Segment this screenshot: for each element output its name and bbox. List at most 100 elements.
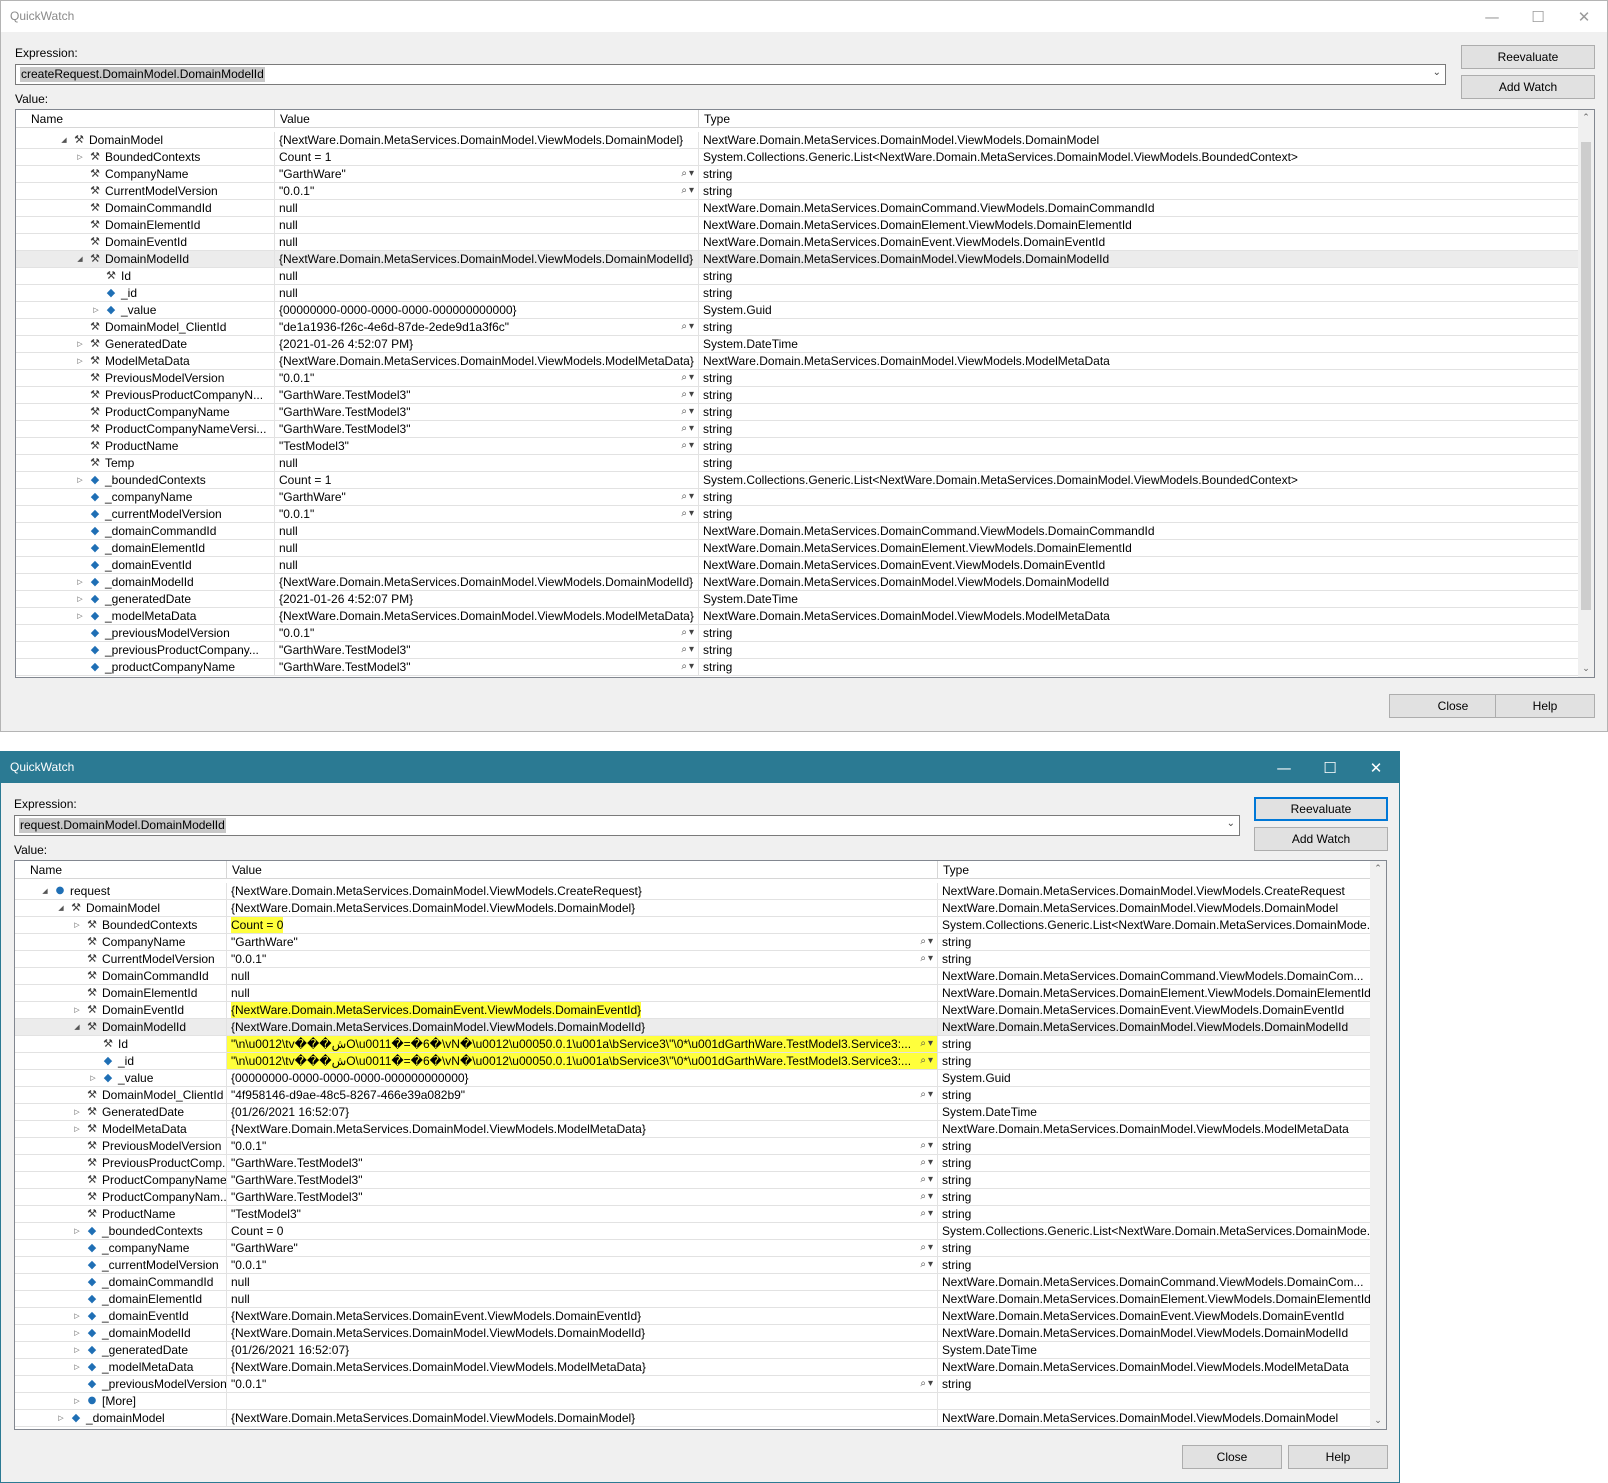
expand-triangle-icon[interactable]: ▷ [72,1359,82,1375]
table-row[interactable]: ▷ ⚒ GeneratedDate {2021-01-26 4:52:07 PM} Sy… [16,336,1580,353]
value-cell[interactable]: Count = 0 [227,1223,938,1239]
table-row[interactable]: ◆ _id null string [16,285,1580,302]
table-row[interactable]: ▷ ● [More] [15,1393,1372,1410]
value-cell[interactable]: null [275,217,699,233]
scroll-up-icon[interactable]: ⌃ [1370,861,1386,877]
vertical-scrollbar[interactable]: ⌃ ⌄ [1578,110,1594,677]
table-row[interactable]: ◆ _domainElementId null NextWare.Domain.Met… [15,1291,1372,1308]
magnifier-icon[interactable]: ⌕▾ [681,642,696,658]
value-cell[interactable]: {NextWare.Domain.MetaServices.DomainMode… [275,132,699,148]
table-row[interactable]: ▷ ◆ _value {00000000-0000-0000-0000-0000000… [16,302,1580,319]
table-row[interactable]: ◆ _id "\n\u0012\tv���شO\u0011�=�6�\vN�\u00… [15,1053,1372,1070]
magnifier-icon[interactable]: ⌕▾ [681,625,696,641]
expand-triangle-icon[interactable]: ▷ [75,353,85,369]
table-row[interactable]: ▷ ◆ _domainEventId {NextWare.Domain.MetaSer… [15,1308,1372,1325]
value-cell[interactable]: {00000000-0000-0000-0000-000000000000} [227,1070,938,1086]
table-row[interactable]: ⚒ ProductCompanyName "GarthWare.TestModel3… [16,404,1580,421]
table-row[interactable]: ⚒ DomainCommandId null NextWare.Domain.Meta… [16,200,1580,217]
magnifier-icon[interactable]: ⌕▾ [681,404,696,420]
value-cell[interactable]: "GarthWare" ⌕▾ [275,166,699,182]
value-cell[interactable]: Count = 1 [275,472,699,488]
value-cell[interactable]: {2021-01-26 4:52:07 PM} [275,591,699,607]
expression-input[interactable]: request.DomainModel.DomainModelId ⌄ [14,815,1240,836]
value-cell[interactable]: {01/26/2021 16:52:07} [227,1342,938,1358]
expand-triangle-icon[interactable]: ▷ [72,1104,82,1120]
magnifier-icon[interactable]: ⌕▾ [681,489,696,505]
expand-triangle-icon[interactable]: ▷ [75,591,85,607]
expand-triangle-icon[interactable]: ▷ [72,1393,82,1409]
magnifier-icon[interactable]: ⌕▾ [920,1376,935,1392]
table-row[interactable]: ▷ ◆ _domainModelId {NextWare.Domain.MetaSer… [16,574,1580,591]
value-cell[interactable]: {NextWare.Domain.MetaServices.DomainMode… [227,883,938,899]
value-cell[interactable]: {NextWare.Domain.MetaServices.DomainEven… [227,1002,938,1018]
table-row[interactable]: ▷ ⚒ ModelMetaData {NextWare.Domain.MetaServ… [15,1121,1372,1138]
value-cell[interactable]: {NextWare.Domain.MetaServices.DomainMode… [227,900,938,916]
table-row[interactable]: ⚒ PreviousModelVersion "0.0.1" ⌕▾ string [15,1138,1372,1155]
minimize-icon[interactable]: — [1261,753,1307,782]
value-cell[interactable]: Count = 1 [275,149,699,165]
table-row[interactable]: ▷ ⚒ BoundedContexts Count = 0 System.Collect… [15,917,1372,934]
title-bar[interactable]: QuickWatch — ☐ ✕ [1,1,1607,32]
table-row[interactable]: ▷ ◆ _modelMetaData {NextWare.Domain.MetaSer… [16,608,1580,625]
magnifier-icon[interactable]: ⌕▾ [920,1036,935,1052]
value-cell[interactable]: {NextWare.Domain.MetaServices.DomainMode… [275,608,699,624]
table-row[interactable]: ◆ _currentModelVersion "0.0.1" ⌕▾ string [16,506,1580,523]
value-cell[interactable]: "GarthWare.TestModel3" ⌕▾ [275,659,699,675]
table-row[interactable]: ▷ ◆ _boundedContexts Count = 0 System.Collec… [15,1223,1372,1240]
value-cell[interactable]: null [227,1291,938,1307]
close-icon[interactable]: ✕ [1561,2,1607,31]
expand-triangle-icon[interactable]: ▷ [75,336,85,352]
magnifier-icon[interactable]: ⌕▾ [920,1087,935,1103]
column-header-value[interactable]: Value [227,861,938,878]
table-row[interactable]: ◆ _previousModelVersion "0.0.1" ⌕▾ string [15,1376,1372,1393]
value-cell[interactable]: "0.0.1" ⌕▾ [275,370,699,386]
collapse-triangle-icon[interactable]: ◢ [72,1019,82,1035]
value-cell[interactable]: "0.0.1" ⌕▾ [275,506,699,522]
value-cell[interactable]: "GarthWare.TestModel3" ⌕▾ [275,421,699,437]
table-row[interactable]: ⚒ Temp null string [16,455,1580,472]
magnifier-icon[interactable]: ⌕▾ [920,934,935,950]
vertical-scrollbar[interactable]: ⌃ ⌄ [1370,861,1386,1429]
table-row[interactable]: ⚒ PreviousProductCompanyN... "GarthWare.Te… [16,387,1580,404]
magnifier-icon[interactable]: ⌕▾ [681,319,696,335]
help-button[interactable]: Help [1288,1445,1388,1469]
expand-triangle-icon[interactable]: ▷ [75,574,85,590]
expand-triangle-icon[interactable]: ▷ [75,472,85,488]
table-row[interactable]: ▷ ⚒ BoundedContexts Count = 1 System.Collect… [16,149,1580,166]
value-cell[interactable]: "GarthWare.TestModel3" ⌕▾ [227,1189,938,1205]
close-button[interactable]: Close [1182,1445,1282,1469]
column-header-value[interactable]: Value [275,110,699,127]
value-cell[interactable]: null [275,285,699,301]
value-cell[interactable]: "GarthWare.TestModel3" ⌕▾ [275,387,699,403]
scroll-thumb[interactable] [1581,142,1591,610]
value-cell[interactable]: "0.0.1" ⌕▾ [275,625,699,641]
expand-triangle-icon[interactable]: ▷ [91,302,101,318]
value-cell[interactable]: "0.0.1" ⌕▾ [227,951,938,967]
expand-triangle-icon[interactable]: ▷ [75,149,85,165]
close-icon[interactable]: ✕ [1353,753,1399,782]
table-row[interactable]: ◆ _productCompanyName "GarthWare.TestModel… [16,659,1580,676]
table-row[interactable]: ◆ _previousModelVersion "0.0.1" ⌕▾ string [16,625,1580,642]
magnifier-icon[interactable]: ⌕▾ [681,370,696,386]
table-row[interactable]: ⚒ ProductName "TestModel3" ⌕▾ string [15,1206,1372,1223]
magnifier-icon[interactable]: ⌕▾ [920,1053,935,1069]
table-row[interactable]: ◢ ● request {NextWare.Domain.MetaServices.D… [15,883,1372,900]
table-row[interactable]: ⚒ DomainEventId null NextWare.Domain.MetaSe… [16,234,1580,251]
magnifier-icon[interactable]: ⌕▾ [920,1206,935,1222]
table-row[interactable]: ▷ ◆ _boundedContexts Count = 1 System.Collec… [16,472,1580,489]
value-cell[interactable]: {NextWare.Domain.MetaServices.DomainMode… [227,1359,938,1375]
table-row[interactable]: ⚒ ProductName "TestModel3" ⌕▾ string [16,438,1580,455]
reevaluate-button[interactable]: Reevaluate [1461,45,1595,69]
table-row[interactable]: ⚒ ProductCompanyNameVersi... "GarthWare.Te… [16,421,1580,438]
expand-triangle-icon[interactable]: ▷ [56,1410,66,1426]
table-row[interactable]: ⚒ DomainElementId null NextWare.Domain.Meta… [16,217,1580,234]
maximize-icon[interactable]: ☐ [1307,753,1353,782]
value-cell[interactable]: null [227,968,938,984]
table-row[interactable]: ◆ _domainElementId null NextWare.Domain.Met… [16,540,1580,557]
value-cell[interactable]: {NextWare.Domain.MetaServices.DomainEven… [227,1308,938,1324]
magnifier-icon[interactable]: ⌕▾ [920,1155,935,1171]
table-row[interactable]: ◆ _domainCommandId null NextWare.Domain.Met… [16,523,1580,540]
value-cell[interactable]: {NextWare.Domain.MetaServices.DomainMode… [227,1121,938,1137]
value-cell[interactable]: {01/26/2021 16:52:07} [227,1104,938,1120]
scroll-up-icon[interactable]: ⌃ [1578,110,1594,126]
